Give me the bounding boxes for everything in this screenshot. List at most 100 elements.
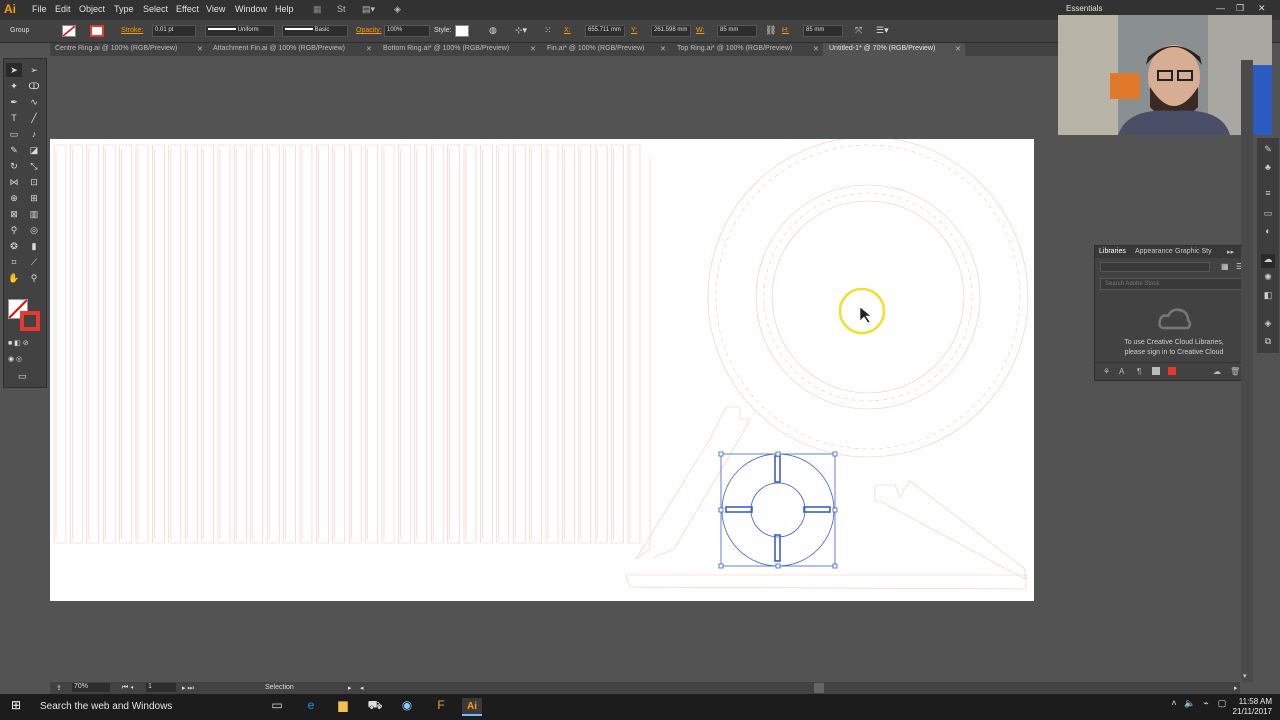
slice-tool-icon[interactable]: ⟋ [26,255,42,269]
symbols-icon[interactable]: ♣ [1261,162,1275,176]
scroll-down-icon[interactable]: ▾ [1243,672,1247,680]
illustrator-taskbar-icon[interactable]: Ai [462,698,482,716]
tab-top-ring[interactable]: Top Ring.ai* @ 100% (RGB/Preview) [672,43,818,56]
mesh-tool-icon[interactable]: ⊠ [6,207,22,221]
status-menu-icon[interactable]: ▸ [348,684,352,692]
maximize-button[interactable]: ❐ [1236,3,1244,14]
panel-expand-icon[interactable]: ▸▸ [1227,248,1234,256]
system-clock[interactable]: 11:58 AM 21/11/2017 [1228,697,1272,717]
task-view-icon[interactable]: ▭ [267,698,287,716]
tab-attachment-fin[interactable]: Attachment Fin.ai @ 100% (RGB/Preview) [208,43,374,56]
lasso-tool-icon[interactable]: ↀ [26,79,42,93]
cc-sync-icon[interactable]: ☁ [1213,367,1221,376]
recolor-artwork-icon[interactable]: ◍ [489,25,497,36]
line-tool-icon[interactable]: ╱ [26,111,42,125]
taskbar-search[interactable]: Search the web and Windows [30,694,260,720]
menu-help[interactable]: Help [275,4,294,14]
direct-selection-tool-icon[interactable]: ➢ [26,63,42,77]
x-position-field[interactable]: 655.711 mm [585,25,625,37]
scroll-left-icon[interactable]: ◂ [360,684,364,692]
draw-mode-icons[interactable]: ◉ ◎ [8,355,48,365]
height-field[interactable]: 85 mm [803,25,843,37]
transparency-icon[interactable]: ◐ [1261,226,1275,240]
tab-bottom-ring[interactable]: Bottom Ring.ai* @ 100% (RGB/Preview) [378,43,534,56]
gradient-tool-icon[interactable]: ▥ [26,207,42,221]
panel-menu-icon[interactable]: ☰▾ [876,25,889,36]
menu-view[interactable]: View [206,4,225,14]
appearance-icon[interactable]: ✺ [1261,272,1275,286]
close-tab-icon[interactable]: ✕ [197,45,203,53]
eraser-tool-icon[interactable]: ◪ [26,143,42,157]
type-tool-icon[interactable]: T [6,111,22,125]
tab-untitled[interactable]: Untitled-1* @ 70% (RGB/Preview) [823,43,965,56]
gradient-panel-icon[interactable]: ▭ [1261,208,1275,222]
close-button[interactable]: ✕ [1258,3,1266,14]
tab-fin[interactable]: Fin.ai* @ 100% (RGB/Preview) [542,43,672,56]
menu-type[interactable]: Type [114,4,134,14]
menu-file[interactable]: File [32,4,47,14]
zoom-field[interactable]: 70% [72,683,110,692]
character-style-icon[interactable]: A [1119,367,1124,376]
menu-edit[interactable]: Edit [55,4,71,14]
media-app-icon[interactable]: ◉ [397,698,417,716]
stock-icon[interactable]: St [337,4,346,14]
y-position-field[interactable]: 261.598 mm [651,25,691,37]
menu-effect[interactable]: Effect [176,4,199,14]
scroll-right-icon[interactable]: ▸ [1234,684,1238,692]
screen-mode-icon[interactable]: ▭ [18,371,34,383]
graphic-styles-icon[interactable]: ◧ [1261,290,1275,304]
shape-builder-tool-icon[interactable]: ⊕ [6,191,22,205]
blend-tool-icon[interactable]: ◎ [26,223,42,237]
library-dropdown[interactable] [1100,262,1210,272]
opacity-label[interactable]: Opacity: [356,27,382,34]
free-transform-tool-icon[interactable]: ⊡ [26,175,42,189]
column-graph-tool-icon[interactable]: ▮ [26,239,42,253]
artboards-icon[interactable]: ⧉ [1261,336,1275,350]
magic-wand-tool-icon[interactable]: ✦ [6,79,22,93]
opacity-field[interactable]: 100% [384,25,430,37]
selected-small-ring[interactable] [718,451,838,569]
windows-start-icon[interactable]: ⊞ [6,698,26,716]
tab-centre-ring[interactable]: Centre Ring.ai @ 100% (RGB/Preview) [50,43,206,56]
tab-appearance[interactable]: Appearance [1135,248,1173,255]
close-tab-icon[interactable]: ✕ [530,45,536,53]
tab-graphic-styles[interactable]: Graphic Sty [1175,248,1212,255]
rectangle-tool-icon[interactable]: ▭ [6,127,22,141]
minimize-button[interactable]: — [1216,3,1225,13]
graphic-icon[interactable] [1152,367,1160,375]
width-field[interactable]: 85 mm [717,25,757,37]
hand-tool-icon[interactable]: ✋ [6,271,22,285]
paragraph-style-icon[interactable]: ¶ [1137,367,1141,376]
export-icon[interactable]: ⇪ [56,684,62,692]
horizontal-scroll-thumb[interactable] [814,683,824,693]
perspective-grid-tool-icon[interactable]: ⊞ [26,191,42,205]
scale-tool-icon[interactable]: ⤡ [26,159,42,173]
close-tab-icon[interactable]: ✕ [366,45,372,53]
symbol-sprayer-tool-icon[interactable]: ❂ [6,239,22,253]
brush-definition[interactable]: Basic [282,25,348,37]
shaper-tool-icon[interactable]: ✎ [6,143,22,157]
width-tool-icon[interactable]: ⋈ [6,175,22,189]
curvature-tool-icon[interactable]: ∿ [26,95,42,109]
artboard-nav-next-icon[interactable]: ▸ ⏭ [182,684,194,693]
color-icon[interactable] [1168,367,1176,375]
layers-icon[interactable]: ◈ [1261,318,1275,332]
libraries-dock-icon[interactable]: ☁ [1261,254,1275,268]
artboard-number-field[interactable]: 1 [146,683,176,692]
selection-tool-icon[interactable]: ➤ [6,63,22,77]
file-explorer-icon[interactable]: ▆ [333,698,353,716]
stroke-label[interactable]: Stroke: [121,27,143,34]
stroke-swatch[interactable] [90,25,104,37]
add-content-icon[interactable]: ⚘ [1103,367,1110,376]
artboard-tool-icon[interactable]: ⌗ [6,255,22,269]
arrange-documents-icon[interactable]: ▤▾ [362,4,375,15]
bridge-icon[interactable]: ▦ [313,4,322,15]
grid-view-icon[interactable]: ▦ [1221,262,1229,271]
tab-libraries[interactable]: Libraries [1099,248,1126,255]
stock-search-input[interactable]: Search Adobe Stock [1100,278,1242,290]
close-tab-icon[interactable]: ✕ [813,45,819,53]
align-icon[interactable]: ⊹▾ [515,25,527,36]
workspace-switcher[interactable]: Essentials [1066,4,1102,13]
close-tab-icon[interactable]: ✕ [955,45,961,53]
fusion-app-icon[interactable]: F [431,698,451,716]
